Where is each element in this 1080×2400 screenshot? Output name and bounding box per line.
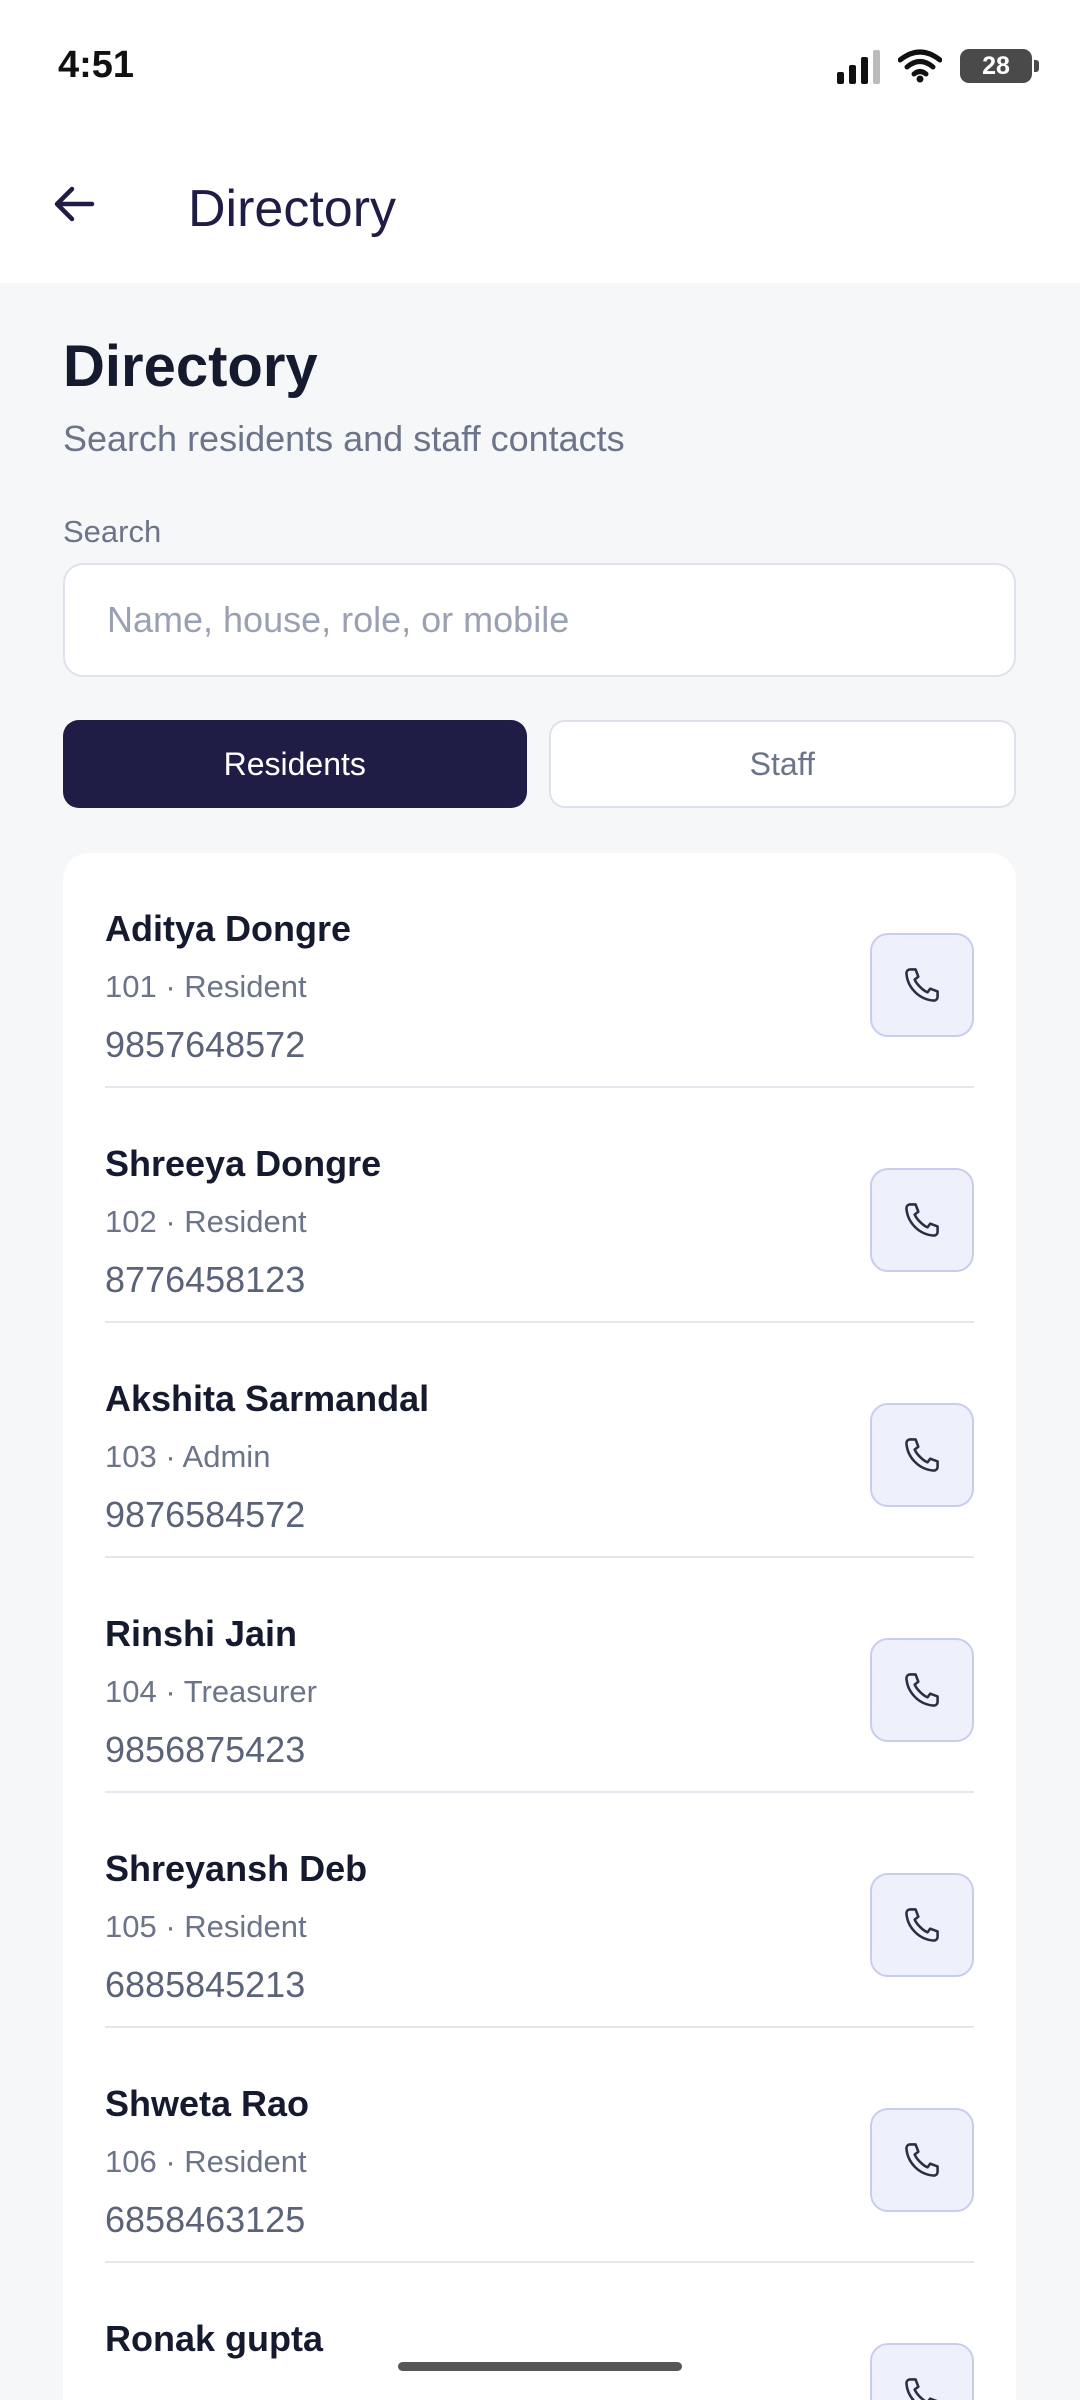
call-button[interactable]: [870, 1168, 974, 1272]
contact-row[interactable]: Shreeya Dongre 102 · Resident 8776458123: [105, 1088, 974, 1323]
contact-row[interactable]: Aditya Dongre 101 · Resident 9857648572: [105, 853, 974, 1088]
contact-phone: 6858463125: [105, 2199, 306, 2240]
phone-icon: [905, 1203, 939, 1237]
status-time: 4:51: [58, 44, 135, 86]
page-subtitle: Search residents and staff contacts: [63, 418, 625, 459]
contact-name: Shweta Rao: [105, 2083, 310, 2124]
battery-icon: 28: [960, 49, 1039, 83]
search-input[interactable]: [63, 563, 1016, 677]
phone-icon: [905, 1673, 939, 1707]
contact-house-role: 104 · Treasurer: [105, 1674, 317, 1709]
status-bar: 4:51 28: [0, 0, 1080, 135]
phone-icon: [905, 2143, 939, 2177]
signal-icon: [837, 48, 880, 84]
app-bar: Directory: [0, 135, 1080, 283]
contact-row[interactable]: Shweta Rao 106 · Resident 6858463125: [105, 2028, 974, 2263]
tab-residents[interactable]: Residents: [63, 720, 527, 808]
contact-row[interactable]: Rinshi Jain 104 · Treasurer 9856875423: [105, 1558, 974, 1793]
contact-name: Shreyansh Deb: [105, 1848, 368, 1889]
phone-icon: [905, 1908, 939, 1942]
phone-icon: [905, 968, 939, 1002]
back-button[interactable]: [42, 172, 106, 236]
contact-row[interactable]: Akshita Sarmandal 103 · Admin 9876584572: [105, 1323, 974, 1558]
tab-staff[interactable]: Staff: [548, 720, 1016, 808]
contact-name: Aditya Dongre: [105, 908, 352, 949]
phone-icon: [905, 2378, 938, 2400]
contact-house-role: 106 · Resident: [105, 2144, 307, 2179]
contact-list: Aditya Dongre 101 · Resident 9857648572 Shr…: [105, 853, 974, 2400]
contact-phone: 8776458123: [105, 1259, 306, 1300]
phone-icon: [905, 1438, 939, 1472]
contact-phone: 6885845213: [105, 1964, 306, 2005]
contact-name: Ronak gupta: [105, 2318, 324, 2359]
contact-phone: 9876584572: [105, 1494, 306, 1535]
wifi-icon: [898, 49, 942, 83]
home-indicator: [398, 2362, 682, 2371]
contact-row[interactable]: Shreyansh Deb 105 · Resident 6885845213: [105, 1793, 974, 2028]
contact-phone: 9857648572: [105, 1024, 306, 1065]
arrow-left-icon: [54, 186, 95, 222]
main-content: Directory Search residents and staff con…: [0, 283, 1080, 2400]
contact-house-role: 102 · Resident: [105, 1204, 307, 1239]
contact-name: Rinshi Jain: [105, 1613, 298, 1654]
status-icons: 28: [837, 48, 1039, 84]
call-button[interactable]: [870, 1403, 974, 1507]
call-button[interactable]: [870, 2343, 974, 2400]
contact-house-role: 105 · Resident: [105, 1909, 307, 1944]
contact-phone: 9856875423: [105, 1729, 306, 1770]
contact-house-role: 103 · Admin: [105, 1439, 271, 1474]
directory-tabs: Residents Staff: [63, 720, 1016, 808]
call-button[interactable]: [870, 2108, 974, 2212]
contacts-card: Aditya Dongre 101 · Resident 9857648572 Shr…: [63, 853, 1016, 2400]
contact-row[interactable]: Ronak gupta: [105, 2263, 974, 2400]
contact-house-role: 101 · Resident: [105, 969, 307, 1004]
call-button[interactable]: [870, 933, 974, 1037]
app-bar-title: Directory: [188, 180, 397, 238]
search-label: Search: [63, 514, 162, 549]
directory-screen: 4:51 28 Directory Directory Search resid…: [0, 0, 1080, 2400]
page-title: Directory: [63, 334, 318, 399]
contact-name: Akshita Sarmandal: [105, 1378, 430, 1419]
call-button[interactable]: [870, 1638, 974, 1742]
call-button[interactable]: [870, 1873, 974, 1977]
contact-name: Shreeya Dongre: [105, 1143, 382, 1184]
